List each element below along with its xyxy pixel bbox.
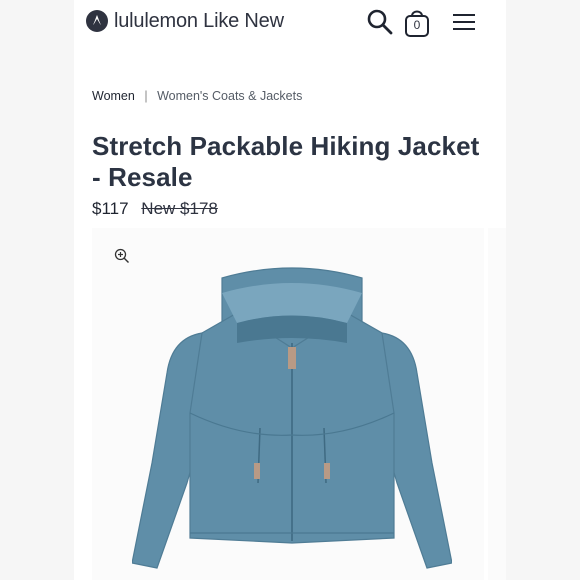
site-header: lululemon Like New 0 — [86, 8, 486, 38]
breadcrumb-separator: | — [144, 89, 148, 103]
bag-count: 0 — [413, 18, 421, 32]
menu-icon[interactable] — [452, 12, 476, 37]
next-image-peek[interactable] — [488, 228, 506, 580]
original-price: New $178 — [141, 199, 218, 218]
resale-price: $117 — [92, 199, 129, 218]
brand-logo-text[interactable]: lululemon Like New — [114, 10, 284, 33]
price-block: $117 New $178 — [92, 199, 218, 219]
breadcrumb-women-link[interactable]: Women — [92, 89, 135, 103]
breadcrumb-category-link[interactable]: Women's Coats & Jackets — [157, 89, 302, 103]
bag-icon[interactable]: 0 — [404, 8, 430, 38]
search-icon[interactable] — [366, 8, 394, 41]
breadcrumb: Women | Women's Coats & Jackets — [92, 89, 302, 103]
lululemon-logo-icon[interactable] — [86, 10, 108, 32]
product-title: Stretch Packable Hiking Jacket - Resale — [92, 131, 480, 192]
zoom-in-icon[interactable] — [114, 248, 130, 269]
product-image-gallery[interactable] — [92, 228, 484, 580]
brand-suffix: Like New — [203, 10, 284, 32]
brand-name: lululemon — [114, 10, 198, 32]
jacket-product-image — [132, 267, 452, 569]
